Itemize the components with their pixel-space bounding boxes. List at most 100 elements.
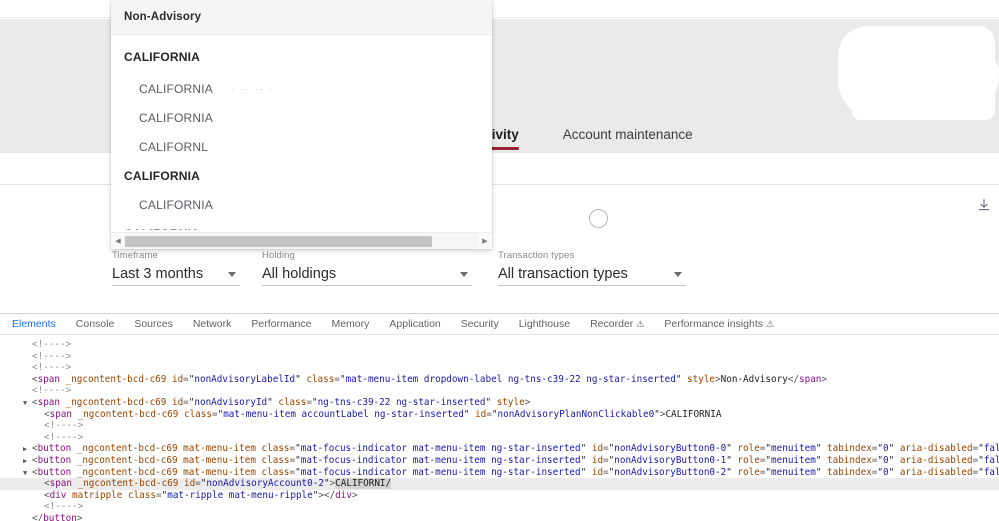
scroll-left-arrow-icon[interactable]: ◀ (111, 232, 125, 249)
collapse-arrow-icon[interactable]: ▶ (23, 444, 32, 456)
code-line-button-1[interactable]: ▶ <button _ngcontent-bcd-c69 mat-menu-ite… (0, 455, 999, 467)
code-line-selected-span[interactable]: <span _ngcontent-bcd-c69 id="nonAdvisory… (0, 478, 999, 490)
attr-ngcontent: _ngcontent-bcd-c69 (76, 454, 178, 466)
attr-id-value: nonAdvisoryLabelId (194, 373, 296, 385)
loading-spinner (589, 209, 608, 228)
code-line-comment-2: <!----> (0, 362, 999, 374)
comment-node: <!----> (44, 431, 84, 443)
warning-icon: ⚠ (636, 318, 645, 329)
attr-id-value: nonAdvisoryButton0-1 (614, 454, 727, 466)
menu-group-0: CALIFORNIA (111, 42, 492, 71)
attr-ngcontent: _ngcontent-bcd-c69 (65, 373, 167, 385)
devtools-tab-bar: Elements Console Sources Network Perform… (0, 314, 999, 335)
code-line-comment-0: <!----> (0, 339, 999, 351)
devtools-tab-elements-label: Elements (12, 318, 56, 330)
devtools-tab-memory[interactable]: Memory (331, 318, 369, 330)
menu-item-0-label: CALIFORNIA (139, 81, 214, 96)
filter-timeframe-label: Timeframe (112, 250, 158, 261)
devtools-tab-network[interactable]: Network (193, 318, 232, 330)
download-icon[interactable] (977, 198, 991, 212)
code-line-button-2[interactable]: ▼ <button _ngcontent-bcd-c69 mat-menu-ite… (0, 467, 999, 479)
devtools-tab-network-label: Network (192, 318, 232, 330)
devtools-tab-lighthouse[interactable]: Lighthouse (519, 318, 570, 330)
code-line-comment-4: <!----> (0, 420, 999, 432)
devtools-tab-sources[interactable]: Sources (134, 318, 173, 330)
expand-arrow-icon[interactable]: ▼ (23, 468, 32, 480)
expand-arrow-icon[interactable]: ▼ (23, 398, 32, 410)
filter-transaction-types-label: Transaction types (498, 250, 575, 261)
devtools-tab-security-label: Security (460, 318, 499, 330)
devtools-tab-performance-insights-label: Performance insights (664, 318, 763, 330)
code-line-nonadvisory-span[interactable]: ▼ <span _ngcontent-bcd-c69 id="nonAdvisor… (0, 397, 999, 409)
chevron-down-icon[interactable] (674, 272, 682, 277)
non-advisory-dropdown-menu[interactable]: Non-Advisory CALIFORNIA CALIFORNIA · ·· … (111, 0, 492, 249)
code-line-button-0[interactable]: ▶ <button _ngcontent-bcd-c69 mat-menu-ite… (0, 443, 999, 455)
attr-tabindex-value: 0 (883, 443, 889, 455)
scroll-right-arrow-icon[interactable]: ▶ (478, 232, 492, 249)
comment-node: <!----> (32, 362, 72, 374)
filter-timeframe[interactable]: Timeframe Last 3 months (112, 250, 240, 292)
devtools-tab-security[interactable]: Security (461, 318, 499, 330)
menu-item-1[interactable]: CALIFORNIA (111, 103, 492, 132)
attr-ngcontent: _ngcontent-bcd-c69 (77, 478, 179, 490)
tab-account-maintenance[interactable]: Account maintenance (533, 125, 693, 144)
scrollbar-thumb[interactable] (125, 235, 433, 247)
menu-group-0-label: CALIFORNIA (124, 49, 200, 64)
dropdown-header: Non-Advisory (111, 0, 492, 35)
filter-holding-value: All holdings (262, 266, 337, 282)
attr-id-value: nonAdvisoryButton0-0 (614, 443, 727, 455)
devtools-tab-application[interactable]: Application (389, 318, 440, 330)
attr-aria-disabled-value: false (983, 454, 999, 466)
node-text: CALIFORNIA (665, 408, 722, 420)
devtools-tab-console[interactable]: Console (76, 318, 115, 330)
menu-group-1-label: CALIFORNIA (124, 168, 200, 183)
devtools-tab-recorder[interactable]: Recorder ⚠ (590, 318, 644, 330)
attr-class-value: mat-menu-item dropdown-label ng-tns-c39-… (345, 373, 676, 385)
comment-node: <!----> (44, 501, 84, 513)
code-line-comment-3: <!----> (0, 385, 999, 397)
code-line-label-span[interactable]: <span _ngcontent-bcd-c69 id="nonAdvisory… (0, 374, 999, 386)
menu-item-0[interactable]: CALIFORNIA · ·· ·· · (111, 74, 492, 103)
app-page: Activity Account maintenance Timeframe L… (0, 0, 999, 313)
attr-class-value: mat-focus-indicator mat-menu-item ng-sta… (300, 454, 581, 466)
dropdown-header-label: Non-Advisory (124, 11, 202, 23)
filter-holding-label: Holding (262, 250, 295, 261)
attr-ngcontent: _ngcontent-bcd-c69 (65, 396, 167, 408)
redacted-region-2 (852, 60, 999, 120)
devtools-panel: Elements Console Sources Network Perform… (0, 313, 999, 521)
filter-transaction-types-value: All transaction types (498, 266, 628, 282)
collapse-arrow-icon[interactable]: ▶ (23, 456, 32, 468)
menu-item-3[interactable]: CALIFORNIA (111, 190, 492, 219)
devtools-tab-performance[interactable]: Performance (251, 318, 311, 330)
attr-role-value: menuitem (771, 454, 816, 466)
devtools-tab-lighthouse-label: Lighthouse (518, 318, 571, 330)
code-line-comment-5: <!----> (0, 432, 999, 444)
menu-item-0-suffix: · ·· ·· · (231, 83, 275, 94)
menu-item-2-label: CALIFORNL (139, 139, 209, 154)
menu-group-2-label: CALIFORNIA (124, 227, 200, 231)
devtools-tab-performance-insights[interactable]: Performance insights ⚠ (664, 318, 774, 330)
chevron-down-icon[interactable] (228, 272, 236, 277)
devtools-elements-tree[interactable]: <!----> <!----> <!----> <span _ngcontent… (0, 335, 999, 521)
chevron-down-icon[interactable] (460, 272, 468, 277)
dropdown-horizontal-scrollbar[interactable]: ◀ ▶ (111, 232, 492, 249)
devtools-tab-console-label: Console (75, 318, 115, 330)
code-line-button-close[interactable]: </button> (0, 513, 999, 521)
attr-tabindex-value: 0 (883, 466, 889, 478)
code-line-ripple-div[interactable]: <div matripple class="mat-ripple mat-men… (0, 490, 999, 502)
scrollbar-track[interactable] (125, 232, 478, 249)
attr-id-value: nonAdvisoryPlanNonClickable0 (497, 408, 655, 420)
menu-group-2-suffix: . . . (230, 228, 260, 231)
attr-id-value: nonAdvisoryButton0-2 (614, 466, 727, 478)
devtools-tab-elements[interactable]: Elements (12, 318, 56, 330)
filter-holding[interactable]: Holding All holdings (262, 250, 472, 292)
menu-item-3-label: CALIFORNIA (139, 197, 214, 212)
attr-role-value: menuitem (771, 443, 816, 455)
devtools-tab-memory-label: Memory (331, 318, 370, 330)
node-text: Non-Advisory (720, 373, 788, 385)
attr-class-value: mat-ripple mat-menu-ripple (167, 489, 313, 501)
menu-item-2[interactable]: CALIFORNL (111, 132, 492, 161)
filter-transaction-types[interactable]: Transaction types All transaction types (498, 250, 686, 292)
code-line-accountlabel-span[interactable]: <span _ngcontent-bcd-c69 class="mat-menu… (0, 409, 999, 421)
filter-row: Timeframe Last 3 months Holding All hold… (0, 250, 999, 300)
